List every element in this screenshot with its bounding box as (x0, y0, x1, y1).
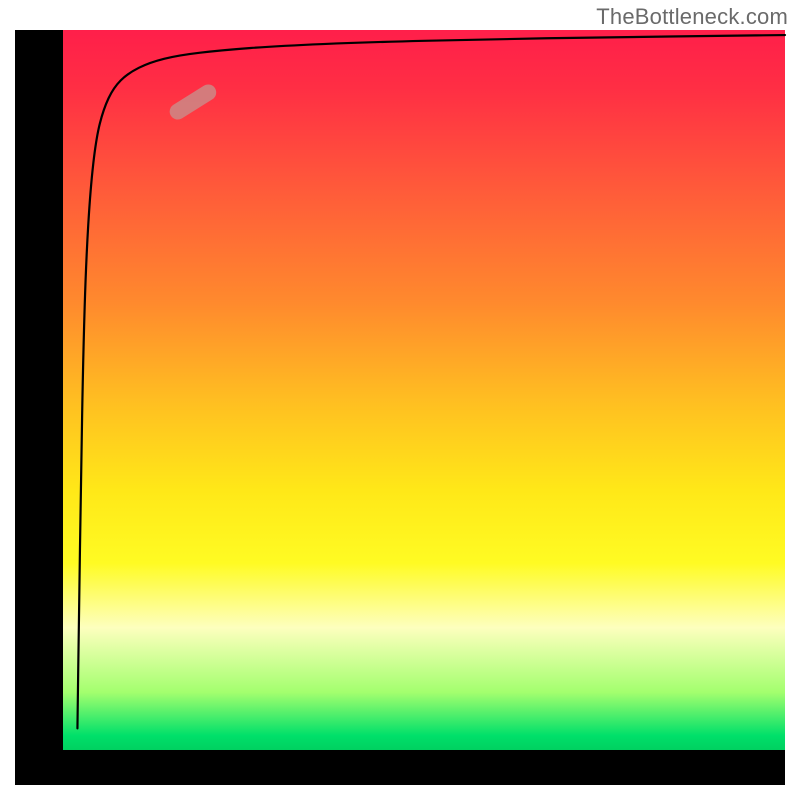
marker-blob (167, 81, 220, 122)
plot-area (63, 30, 785, 750)
bottleneck-curve (77, 35, 785, 728)
curve-layer (63, 30, 785, 750)
attribution-label: TheBottleneck.com (596, 4, 788, 30)
chart-frame (15, 30, 785, 785)
